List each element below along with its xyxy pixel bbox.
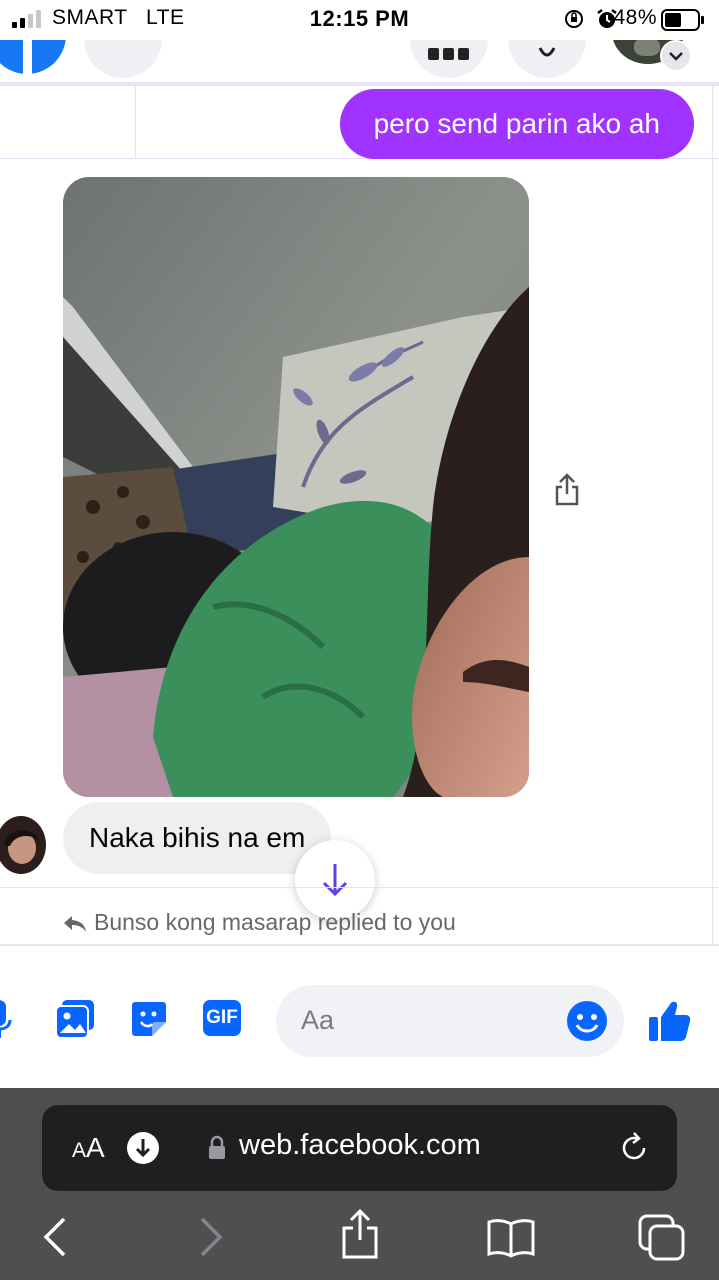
- reply-divider: [0, 887, 719, 888]
- microphone-icon[interactable]: [0, 1000, 16, 1044]
- reply-notice: Bunso kong masarap replied to you: [62, 909, 456, 936]
- outgoing-message-bubble[interactable]: pero send parin ako ah: [339, 89, 694, 159]
- download-icon[interactable]: [126, 1131, 160, 1165]
- battery-percent: 48%: [613, 6, 657, 29]
- forward-icon[interactable]: [198, 1215, 224, 1259]
- chevron-down-icon[interactable]: [660, 40, 692, 72]
- arrow-down-icon: [322, 864, 348, 897]
- photo-message[interactable]: [63, 177, 529, 797]
- sender-avatar[interactable]: [0, 816, 46, 874]
- emoji-icon[interactable]: [566, 1000, 608, 1042]
- gif-icon[interactable]: GIF: [203, 1000, 241, 1036]
- gif-label: GIF: [206, 1007, 238, 1028]
- like-icon[interactable]: [647, 999, 691, 1043]
- header-video-button[interactable]: [508, 40, 586, 78]
- status-bar: SMART LTE 12:15 PM 48%: [0, 0, 719, 40]
- share-icon[interactable]: [340, 1208, 380, 1260]
- address-bar[interactable]: AA web.facebook.com: [42, 1105, 677, 1191]
- text-size-button[interactable]: AA: [72, 1132, 105, 1164]
- incoming-message-bubble[interactable]: Naka bihis na em: [63, 802, 332, 874]
- sticker-icon[interactable]: [130, 1000, 168, 1038]
- header-divider: [0, 82, 719, 86]
- back-icon[interactable]: [42, 1215, 68, 1259]
- reply-arrow-icon: [64, 915, 86, 932]
- page-edge: [712, 0, 713, 1000]
- reply-notice-text: Bunso kong masarap replied to you: [94, 909, 456, 935]
- share-icon[interactable]: [553, 472, 581, 508]
- header-back-button[interactable]: [84, 40, 162, 78]
- bookmarks-icon[interactable]: [486, 1218, 536, 1258]
- message-input[interactable]: Aa: [276, 985, 624, 1057]
- tabs-icon[interactable]: [638, 1214, 686, 1262]
- message-thread[interactable]: pero send parin ako ah Naka bihis na em …: [0, 86, 719, 946]
- facebook-logo-icon[interactable]: [0, 40, 66, 74]
- conversation-header: [0, 40, 719, 82]
- url-text: web.facebook.com: [239, 1129, 481, 1161]
- text-size-small-a: A: [72, 1139, 87, 1162]
- orientation-lock-icon: [564, 10, 583, 28]
- message-input-placeholder: Aa: [301, 1005, 335, 1035]
- message-composer: GIF Aa: [0, 946, 719, 1088]
- reload-icon[interactable]: [617, 1131, 651, 1165]
- header-call-button[interactable]: [410, 40, 488, 78]
- lock-icon: [209, 1135, 225, 1159]
- battery-icon: [661, 9, 704, 31]
- photo-icon[interactable]: [56, 1000, 94, 1038]
- text-size-large-a: A: [86, 1132, 105, 1163]
- thread-divider: [135, 86, 136, 158]
- browser-toolbar: AA web.facebook.com: [0, 1088, 719, 1280]
- scroll-to-bottom-button[interactable]: [295, 840, 375, 920]
